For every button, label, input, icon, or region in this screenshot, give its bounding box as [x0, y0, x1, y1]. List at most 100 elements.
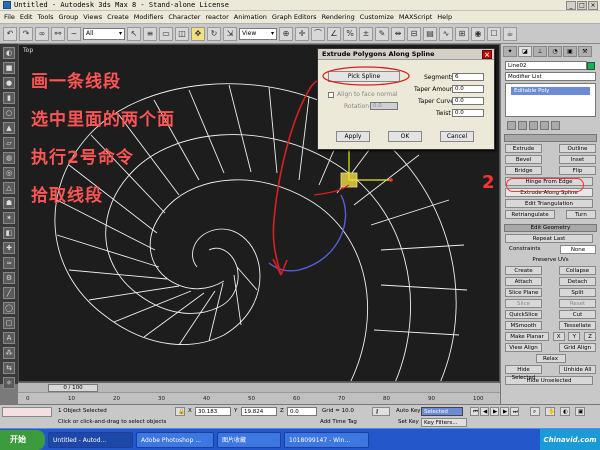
- maximize-viewport-icon[interactable]: ▣: [575, 407, 585, 416]
- menu-modifiers[interactable]: Modifiers: [134, 13, 164, 21]
- menu-animation[interactable]: Animation: [234, 13, 267, 21]
- region-select-icon[interactable]: ▭: [159, 26, 173, 41]
- material-editor-icon[interactable]: ◉: [471, 26, 485, 41]
- teapot-icon[interactable]: ☗: [3, 197, 15, 209]
- detach-button[interactable]: Detach: [559, 277, 596, 286]
- menu-tools[interactable]: Tools: [37, 13, 53, 21]
- constraints-dropdown[interactable]: None: [560, 245, 596, 254]
- start-button[interactable]: 开始: [0, 429, 45, 450]
- bevel-button[interactable]: Bevel: [505, 155, 542, 164]
- move-icon[interactable]: ✥: [191, 26, 205, 41]
- bind-spacewarp-icon[interactable]: ~: [67, 26, 81, 41]
- reactor-icon[interactable]: ⚛: [3, 377, 15, 389]
- modify-tab-icon[interactable]: ◪: [518, 46, 532, 57]
- taper-curve-spinner[interactable]: 0.0: [452, 97, 484, 105]
- rotation-spinner[interactable]: 0.0: [370, 102, 398, 110]
- task-picture-folder[interactable]: 图片收藏: [217, 431, 281, 448]
- light-icon[interactable]: ✶: [3, 212, 15, 224]
- quickslice-button[interactable]: QuickSlice: [505, 310, 542, 319]
- auto-key-button[interactable]: Auto Key: [396, 408, 421, 414]
- selection-filter-dropdown[interactable]: All ▾: [83, 27, 125, 40]
- dynamics-icon[interactable]: ⇆: [3, 362, 15, 374]
- menu-edit[interactable]: Edit: [20, 13, 33, 21]
- orbit-icon[interactable]: ◐: [560, 407, 570, 416]
- menu-create[interactable]: Create: [107, 13, 129, 21]
- retriangulate-button[interactable]: Retriangulate: [505, 210, 555, 219]
- menu-rendering[interactable]: Rendering: [322, 13, 355, 21]
- pin-stack-icon[interactable]: [507, 121, 516, 130]
- split-checkbox[interactable]: Split: [559, 288, 596, 297]
- time-slider[interactable]: 0 / 100: [48, 384, 98, 392]
- menu-customize[interactable]: Customize: [360, 13, 394, 21]
- named-selection-icon[interactable]: ✎: [375, 26, 389, 41]
- configure-sets-icon[interactable]: [551, 121, 560, 130]
- create-button[interactable]: Create: [505, 266, 542, 275]
- attach-button[interactable]: Attach: [505, 277, 542, 286]
- snap-icon[interactable]: ⌒: [311, 26, 325, 41]
- slice-button[interactable]: Slice: [505, 299, 542, 308]
- shape-text-icon[interactable]: A: [3, 332, 15, 344]
- x-coordinate-field[interactable]: 30.183: [195, 407, 231, 416]
- add-time-tag[interactable]: Add Time Tag: [320, 419, 357, 425]
- spinner-snap-icon[interactable]: ±: [359, 26, 373, 41]
- align-icon[interactable]: ⊟: [407, 26, 421, 41]
- menu-maxscript[interactable]: MAXScript: [399, 13, 432, 21]
- preserve-uvs-checkbox[interactable]: Preserve UVs: [528, 256, 572, 264]
- systems-icon[interactable]: ⚙: [3, 272, 15, 284]
- bridge-button[interactable]: Bridge: [505, 166, 542, 175]
- view-align-button[interactable]: View Align: [505, 343, 542, 352]
- edit-triangulation-button[interactable]: Edit Triangulation: [505, 199, 593, 208]
- segments-spinner[interactable]: 6: [452, 73, 484, 81]
- remove-modifier-icon[interactable]: [540, 121, 549, 130]
- render-setup-icon[interactable]: ☐: [487, 26, 501, 41]
- grid-align-button[interactable]: Grid Align: [559, 343, 596, 352]
- spacewarp-icon[interactable]: ≈: [3, 257, 15, 269]
- geosphere-icon[interactable]: ◍: [3, 152, 15, 164]
- reset-plane-button[interactable]: Reset Plane: [559, 299, 596, 315]
- menu-reactor[interactable]: reactor: [205, 13, 228, 21]
- menu-file[interactable]: File: [4, 13, 15, 21]
- edit-polygons-rollout[interactable]: [504, 134, 597, 142]
- outline-button[interactable]: Outline: [559, 144, 596, 153]
- undo-icon[interactable]: ↶: [3, 26, 17, 41]
- layer-manager-icon[interactable]: ▤: [423, 26, 437, 41]
- quick-render-icon[interactable]: ☕: [503, 26, 517, 41]
- cone-icon[interactable]: ▲: [3, 122, 15, 134]
- window-crossing-icon[interactable]: ◫: [175, 26, 189, 41]
- tube-icon[interactable]: ◎: [3, 167, 15, 179]
- key-filters-button[interactable]: Key Filters...: [421, 418, 467, 427]
- minimize-button[interactable]: _: [566, 0, 576, 10]
- motion-tab-icon[interactable]: ◔: [548, 46, 562, 57]
- show-end-result-icon[interactable]: [518, 121, 527, 130]
- helper-icon[interactable]: ✚: [3, 242, 15, 254]
- shape-line-icon[interactable]: ╱: [3, 287, 15, 299]
- make-unique-icon[interactable]: [529, 121, 538, 130]
- flip-button[interactable]: Flip: [559, 166, 596, 175]
- edit-geometry-rollout[interactable]: Edit Geometry: [504, 224, 597, 232]
- time-slider-track[interactable]: 0 / 100: [18, 382, 500, 392]
- next-frame-icon[interactable]: ▶: [500, 407, 509, 416]
- maxscript-listener[interactable]: [2, 407, 52, 417]
- menu-group[interactable]: Group: [59, 13, 79, 21]
- lock-selection-icon[interactable]: 🔒: [175, 407, 185, 416]
- maximize-button[interactable]: □: [577, 0, 587, 10]
- modifier-list-dropdown[interactable]: Modifier List: [505, 72, 596, 81]
- pyramid-icon[interactable]: △: [3, 182, 15, 194]
- box-icon[interactable]: ■: [3, 62, 15, 74]
- key-icon[interactable]: ⚷: [372, 407, 390, 416]
- select-by-name-icon[interactable]: ≡: [143, 26, 157, 41]
- auto-key-dropdown[interactable]: Selected: [421, 407, 463, 416]
- msmooth-button[interactable]: MSmooth: [505, 321, 542, 330]
- cylinder-icon[interactable]: ▮: [3, 92, 15, 104]
- set-key-button[interactable]: Set Key: [398, 419, 419, 425]
- tessellate-button[interactable]: Tessellate: [559, 321, 596, 330]
- unhide-all-button[interactable]: Unhide All: [559, 365, 596, 374]
- goto-start-icon[interactable]: ⏮: [470, 407, 479, 416]
- link-icon[interactable]: ∞: [35, 26, 49, 41]
- y-coordinate-field[interactable]: 19.824: [241, 407, 277, 416]
- task-photoshop[interactable]: Adobe Photoshop ...: [136, 431, 214, 448]
- select-object-icon[interactable]: ↖: [127, 26, 141, 41]
- make-planar-button[interactable]: Make Planar: [505, 332, 549, 341]
- rotate-icon[interactable]: ↻: [207, 26, 221, 41]
- planar-z-button[interactable]: Z: [583, 332, 596, 341]
